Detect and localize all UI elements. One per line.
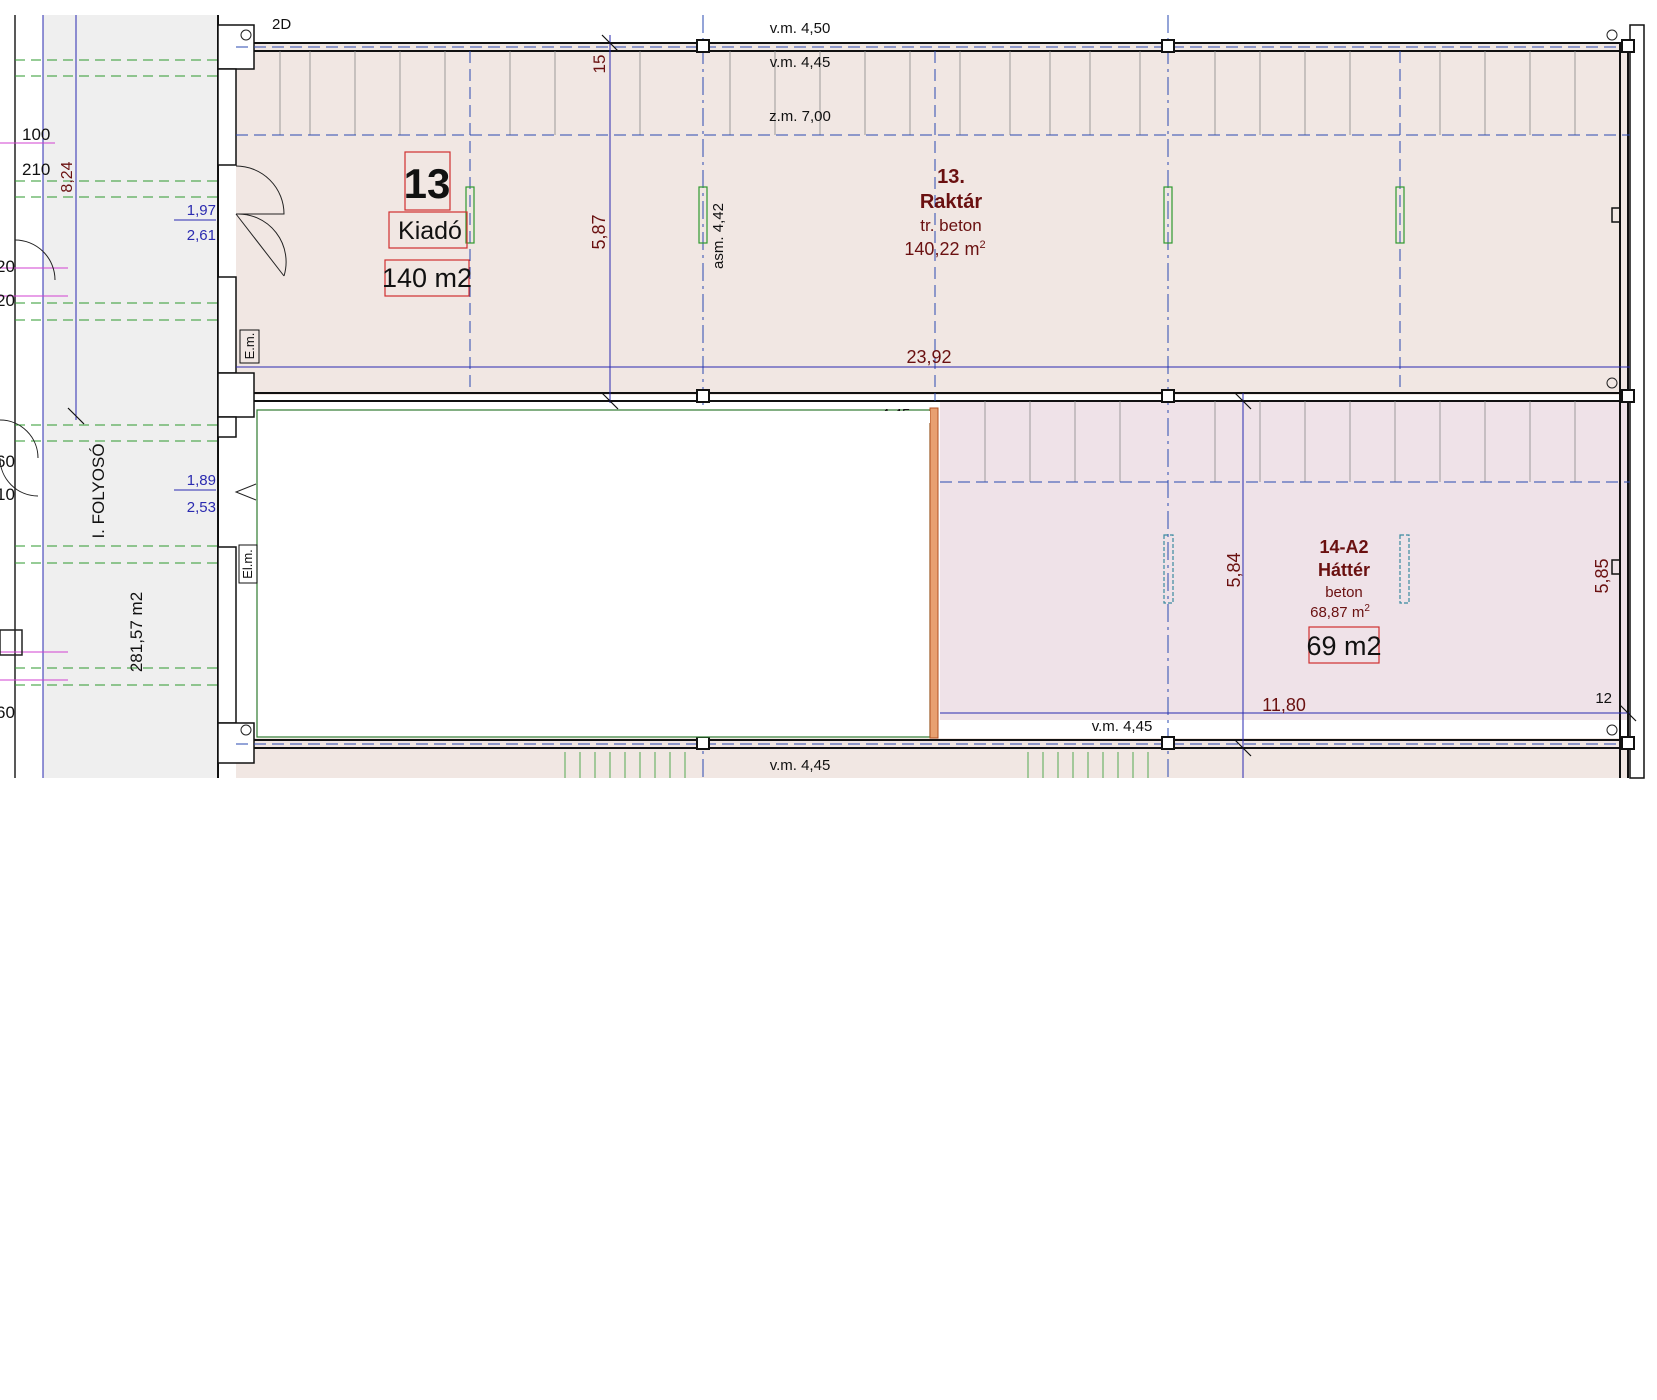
door-top-lower: 2,61 [187,227,216,244]
room13-badge-number: 13 [404,160,451,207]
room13-vm-second: v.m. 4,45 [770,54,831,71]
room14-height-left: 5,84 [1224,552,1244,587]
room14-width: 11,80 [1262,695,1306,715]
orange-partition [929,407,939,739]
room14-name: Háttér [1318,560,1370,580]
room14-badge-area: 69 m2 [1306,631,1381,661]
empty-unit-rectangle [256,409,931,738]
room14-floor: beton [1325,584,1363,601]
left-label-1: 20 [0,257,15,276]
corridor-dim-a: 100 [22,125,50,144]
room13-height-small: 15 [590,55,609,74]
corridor-dim-height: 8,24 [59,161,76,192]
room13-badge-area: 140 m2 [382,263,472,293]
room13-number: 13. [937,166,965,188]
room14-vm-bottom: v.m. 4,45 [1092,718,1153,735]
room13-area: 140,22 m2 [904,239,985,259]
room14-small-right: 12 [1595,690,1612,707]
room14-number: 14-A2 [1319,537,1368,557]
corridor-area: 281,57 m2 [127,592,146,672]
elm-label: El.m. [240,549,255,579]
corridor-name: I. FOLYOSÓ [89,443,108,538]
door-bottom-upper: 1,89 [187,472,216,489]
bottom-vm: v.m. 4,45 [770,757,831,774]
left-label-3: 60 [0,452,15,471]
room14-area: 68,87 m2 [1310,603,1370,621]
door-bottom-lower: 2,53 [187,499,216,516]
label-2d: 2D [272,16,291,33]
door-top-upper: 1,97 [187,202,216,219]
room13-floor: tr. beton [920,216,981,235]
left-label-2: 20 [0,291,15,310]
left-label-5: 60 [0,703,15,722]
room13-vm-top: v.m. 4,50 [770,20,831,37]
room14-fill [940,400,1630,720]
room13-width: 23,92 [906,347,951,367]
left-label-4: 10 [0,485,15,504]
room13-zm: z.m. 7,00 [769,108,831,125]
room13-height: 5,87 [589,214,609,249]
partial-label-mask [845,411,930,423]
floor-plan: 13 Kiadó 140 m2 69 m2 13. Raktár tr. bet… [0,15,1657,779]
room13-badge-status: Kiadó [398,217,462,245]
room13-name: Raktár [920,191,982,213]
corridor-dim-b: 210 [22,160,50,179]
room13-em: E.m. [242,333,257,360]
room13-asm: asm. 4,42 [710,203,727,269]
room14-height-right: 5,85 [1592,558,1612,593]
